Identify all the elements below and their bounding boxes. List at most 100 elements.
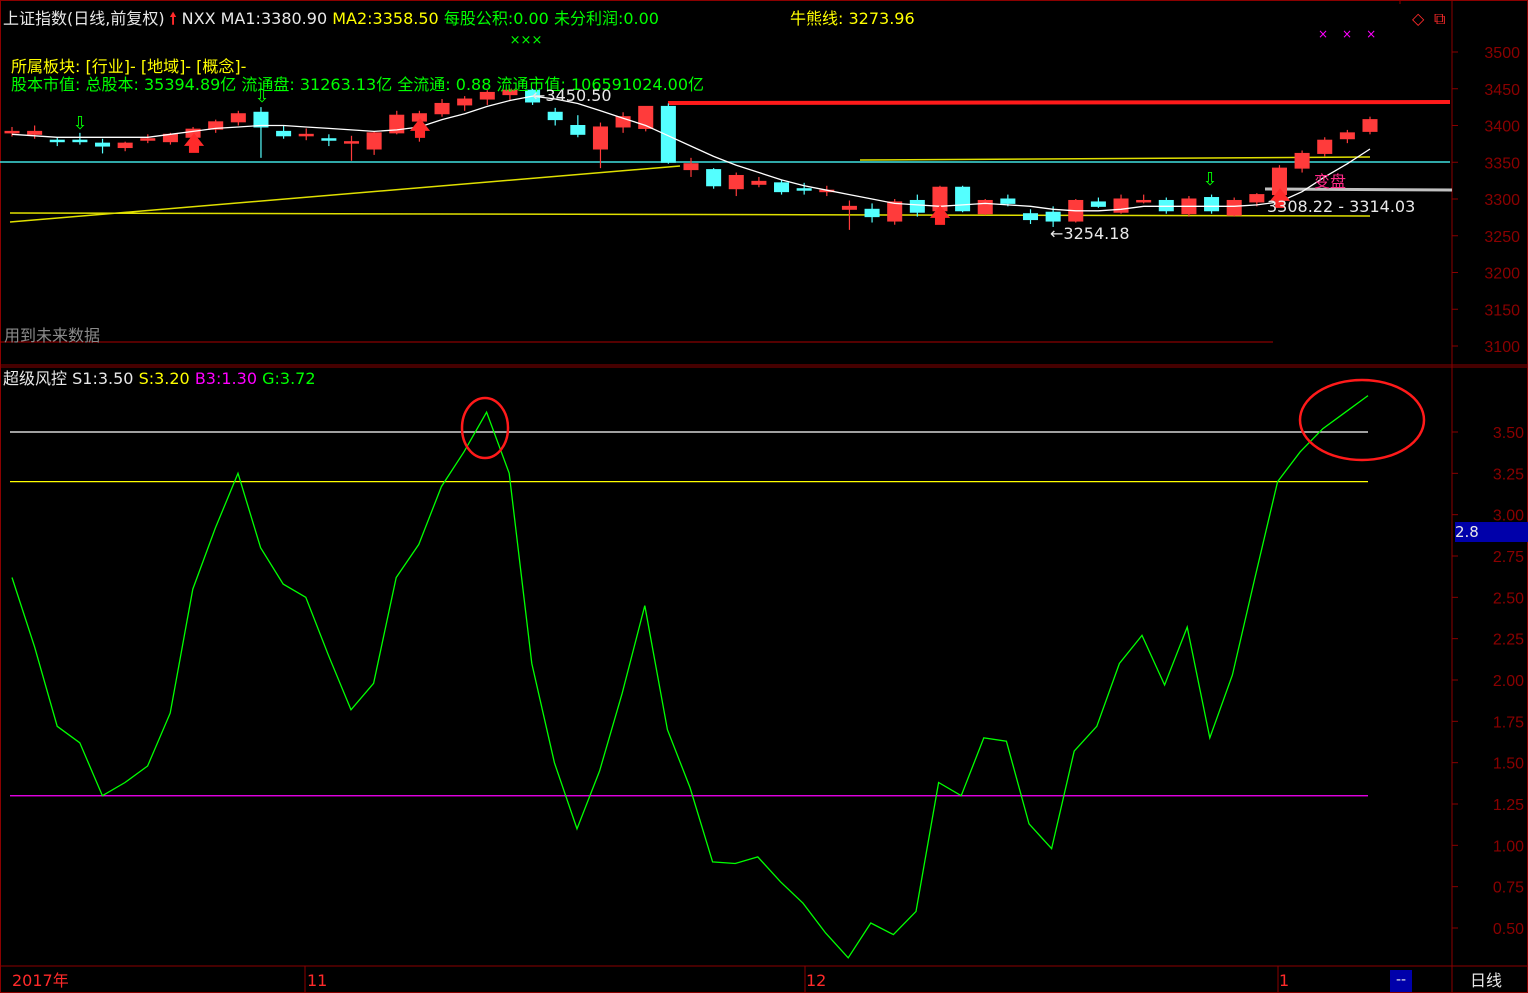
- b3-value: 1.30: [221, 369, 257, 388]
- price-tick-label: 3500: [1484, 45, 1520, 62]
- price-tick-label: 3150: [1484, 302, 1520, 319]
- chart-canvas[interactable]: 310031503200325033003350340034503500⇩⇩⇩🡅…: [0, 0, 1528, 993]
- price-tick-label: 3450: [1484, 82, 1520, 99]
- indicator-tick-label: 1.00: [1493, 838, 1524, 855]
- candle-body: [321, 138, 337, 141]
- indicator-tick-label: 1.25: [1493, 797, 1524, 814]
- eps-value: 0.00: [513, 9, 549, 28]
- candle-body: [1226, 199, 1242, 216]
- candle-body: [27, 130, 43, 135]
- month-nov: 11: [307, 971, 328, 990]
- candle-body: [728, 174, 744, 190]
- peak-highlight-circle: [1298, 378, 1426, 462]
- year-label: 2017年: [12, 971, 69, 990]
- price-tick-label: 3250: [1484, 229, 1520, 246]
- dash-button[interactable]: --: [1390, 970, 1412, 992]
- candle-body: [1090, 201, 1106, 207]
- ma1-line: [11, 95, 1371, 212]
- candle-body: [592, 126, 608, 150]
- change-text: 变盘: [1314, 172, 1347, 191]
- indicator-header: 超级风控 S1:3.50 S:3.20 B3:1.30 G:3.72: [3, 369, 316, 389]
- price-tick-label: 3200: [1484, 266, 1520, 283]
- s-value: 3.20: [154, 369, 190, 388]
- buy-arrow-icon: 🡅: [184, 131, 205, 155]
- eps-label: 每股公积:: [443, 9, 514, 28]
- candle-body: [909, 199, 925, 213]
- period-button[interactable]: 日线: [1470, 971, 1502, 991]
- candle-body: [706, 169, 722, 187]
- candle-body: [343, 141, 360, 144]
- candle-body: [774, 182, 790, 193]
- price-tick-label: 3350: [1484, 155, 1520, 172]
- month-dec: 12: [806, 971, 827, 990]
- bull-value: 3273.96: [848, 9, 915, 28]
- indicator-tick-label: 0.50: [1493, 921, 1524, 938]
- g-indicator-line: [11, 395, 1369, 959]
- undist-value: 0.00: [623, 9, 659, 28]
- candle-body: [1317, 139, 1333, 154]
- candle-body: [298, 133, 314, 137]
- future-data-note: 用到未来数据: [4, 326, 101, 345]
- buy-arrow-icon: 🡅: [930, 203, 951, 227]
- candle-body: [276, 130, 292, 137]
- index-title[interactable]: 上证指数(日线,前复权): [3, 9, 165, 28]
- candle-body: [366, 132, 382, 150]
- s-label: S:: [138, 369, 155, 388]
- price-tick-label: 3300: [1484, 192, 1520, 209]
- candle-body: [887, 201, 903, 222]
- candle-body: [1136, 199, 1152, 203]
- g-value: 3.72: [279, 369, 316, 388]
- diamond-icon[interactable]: ◇: [1412, 9, 1424, 29]
- ma1-label: MA1:: [220, 9, 261, 28]
- range-line: [1264, 187, 1453, 192]
- window-icon[interactable]: ⧉: [1434, 9, 1445, 29]
- indicator-tick-label: 1.50: [1493, 756, 1524, 773]
- ma2-label: MA2:: [332, 9, 373, 28]
- candle-body: [570, 125, 586, 135]
- indicator-tick-label: 2.25: [1493, 632, 1524, 649]
- candle-body: [796, 188, 812, 191]
- candle-body: [660, 105, 676, 163]
- candle-body: [955, 186, 971, 212]
- indicator-tick-label: 2.50: [1493, 590, 1524, 607]
- candle-body: [95, 142, 111, 147]
- indicator-tick-label: 2.75: [1493, 549, 1524, 566]
- low-marker: ←3254.18: [1050, 224, 1130, 243]
- range-text: 3308.22 - 3314.03: [1267, 197, 1416, 216]
- candle-body: [1339, 132, 1355, 140]
- candle-body: [72, 139, 88, 143]
- outer-frame: [0, 0, 1528, 993]
- b3-label: B3:: [194, 369, 222, 388]
- candle-body: [751, 180, 767, 185]
- buy-arrow-icon: 🡅: [410, 116, 431, 140]
- sell-arrow-icon: ⇩: [1202, 169, 1217, 190]
- indicator-name[interactable]: 超级风控: [3, 369, 67, 388]
- candle-body: [1022, 213, 1039, 221]
- candle-body: [140, 138, 156, 141]
- indicator-tick-label: 2.00: [1493, 673, 1524, 690]
- signal-dots: ×××: [1318, 27, 1391, 41]
- code-label: NXX: [181, 9, 216, 28]
- header-line: 上证指数(日线,前复权) 🠕 NXX MA1:3380.90 MA2:3358.…: [3, 9, 659, 29]
- candle-body: [841, 205, 857, 210]
- candle-body: [547, 111, 563, 121]
- undist-label: 未分利润:: [553, 9, 624, 28]
- up-arrow-icon: 🠕: [169, 9, 177, 28]
- candle-body: [1362, 119, 1378, 132]
- indicator-tick-label: 1.75: [1493, 714, 1524, 731]
- cursor-value-box: 2.8: [1455, 522, 1528, 542]
- high-marker: ←3450.50: [532, 86, 612, 105]
- candle-body: [457, 98, 473, 106]
- peak-highlight-circle: [460, 396, 510, 460]
- sector-line: 所属板块: [行业]- [地域]- [概念]-: [11, 57, 247, 76]
- candle-body: [1294, 152, 1310, 169]
- candle-body: [683, 163, 699, 171]
- resistance-line: [667, 100, 1451, 105]
- candle-body: [117, 142, 133, 149]
- candle-body: [1249, 194, 1265, 203]
- candle-body: [230, 113, 246, 123]
- ma2-value: 3358.50: [372, 9, 439, 28]
- bull-label: 牛熊线:: [790, 9, 844, 28]
- candle-body: [253, 111, 269, 128]
- candle-body: [434, 102, 450, 115]
